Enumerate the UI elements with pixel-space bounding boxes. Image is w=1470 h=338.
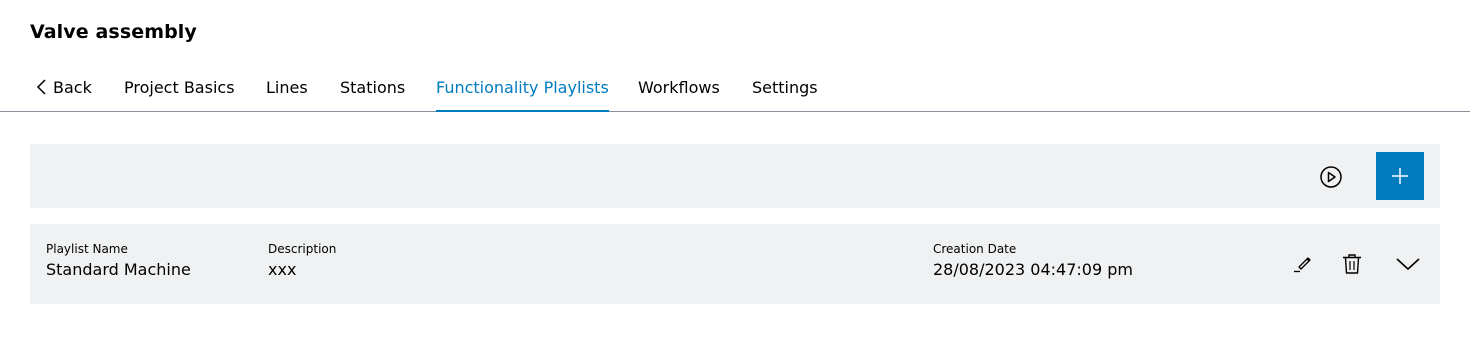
playlist-name-cell: Playlist Name Standard Machine	[46, 242, 191, 282]
tab-stations[interactable]: Stations	[340, 66, 405, 111]
creation-date-value: 28/08/2023 04:47:09 pm	[933, 260, 1133, 279]
back-button[interactable]: Back	[35, 66, 92, 111]
tab-project-basics[interactable]: Project Basics	[124, 66, 235, 111]
trash-icon	[1343, 254, 1361, 274]
play-circle-icon	[1320, 166, 1342, 188]
delete-button[interactable]	[1340, 252, 1364, 276]
playlist-name-value: Standard Machine	[46, 260, 191, 279]
description-label: Description	[268, 242, 337, 256]
back-label: Back	[53, 78, 92, 97]
page: Valve assembly Back Project Basics Lines…	[0, 0, 1470, 338]
expand-button[interactable]	[1394, 252, 1422, 276]
plus-icon	[1392, 168, 1408, 184]
creation-date-label: Creation Date	[933, 242, 1017, 256]
chevron-left-icon	[36, 78, 46, 95]
tab-functionality-playlists[interactable]: Functionality Playlists	[436, 66, 609, 112]
chevron-down-icon	[1396, 258, 1420, 271]
playlist-toolbar	[30, 144, 1440, 208]
pencil-icon	[1294, 257, 1311, 273]
creation-date-cell: Creation Date 28/08/2023 04:47:09 pm	[933, 242, 1133, 282]
description-cell: Description xxx	[268, 242, 336, 282]
tab-lines[interactable]: Lines	[266, 66, 308, 111]
tab-settings[interactable]: Settings	[752, 66, 818, 111]
playlist-row[interactable]: Playlist Name Standard Machine Descripti…	[30, 224, 1440, 304]
tab-workflows[interactable]: Workflows	[638, 66, 720, 111]
page-title: Valve assembly	[30, 21, 197, 43]
playlist-name-label: Playlist Name	[46, 242, 128, 256]
description-value: xxx	[268, 260, 297, 279]
add-playlist-button[interactable]	[1376, 152, 1424, 200]
tab-bar: Back Project Basics Lines Stations Funct…	[0, 66, 1470, 112]
play-button[interactable]	[1318, 164, 1344, 190]
edit-button[interactable]	[1292, 252, 1316, 276]
